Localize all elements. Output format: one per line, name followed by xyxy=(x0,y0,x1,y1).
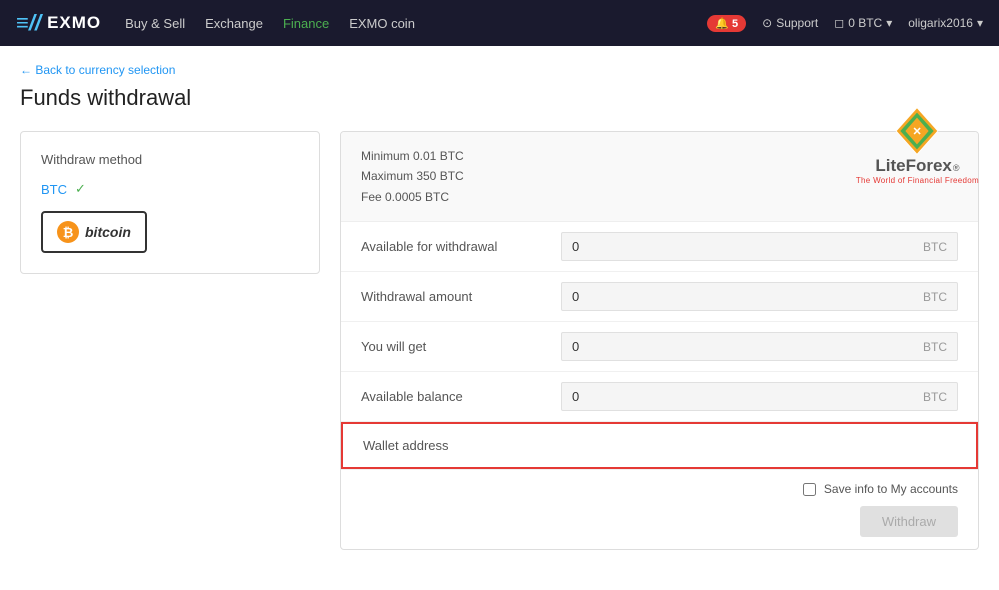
check-icon: ✓ xyxy=(75,181,86,197)
save-checkbox[interactable] xyxy=(803,483,816,496)
you-will-get-value: 0 BTC xyxy=(561,332,958,361)
bitcoin-button[interactable]: ₿ bitcoin xyxy=(41,211,147,253)
partner-logo: ✕ LiteForex ® The World of Financial Fre… xyxy=(856,106,979,185)
bitcoin-label: bitcoin xyxy=(85,224,131,240)
two-column-layout: Withdraw method BTC ✓ ₿ bitcoin Minimum … xyxy=(20,131,979,550)
chevron-down-icon: ▾ xyxy=(977,16,983,30)
user-menu[interactable]: oligarix2016 ▾ xyxy=(908,16,983,30)
you-will-get-row: You will get 0 BTC xyxy=(341,322,978,372)
withdrawal-amount-value[interactable]: 0 BTC xyxy=(561,282,958,311)
available-balance-label: Available balance xyxy=(361,389,561,404)
liteforex-registered: ® xyxy=(953,163,960,173)
info-fee: Fee 0.0005 BTC xyxy=(361,187,958,207)
nav-exmo-coin[interactable]: EXMO coin xyxy=(349,16,415,31)
wallet-address-label: Wallet address xyxy=(363,438,563,453)
available-withdrawal-row: Available for withdrawal 0 BTC xyxy=(341,222,978,272)
logo-text: EXMO xyxy=(47,13,101,33)
selected-method-text: BTC xyxy=(41,182,67,197)
withdraw-method-label: Withdraw method xyxy=(41,152,299,167)
bottom-actions: Save info to My accounts Withdraw xyxy=(341,469,978,549)
chevron-down-icon: ▾ xyxy=(886,16,892,30)
save-row: Save info to My accounts xyxy=(803,482,958,496)
wallet-icon: ◻ xyxy=(834,16,844,30)
logo[interactable]: ≡// EXMO xyxy=(16,10,101,36)
withdrawal-amount-label: Withdrawal amount xyxy=(361,289,561,304)
back-link[interactable]: ← Back to currency selection xyxy=(20,63,175,77)
support-button[interactable]: ⊙ Support xyxy=(762,16,818,30)
withdrawal-amount-row: Withdrawal amount 0 BTC xyxy=(341,272,978,322)
bitcoin-icon: ₿ xyxy=(57,221,79,243)
liteforex-name: LiteForex xyxy=(875,156,952,176)
liteforex-tagline: The World of Financial Freedom xyxy=(856,176,979,185)
nav-links: Buy & Sell Exchange Finance EXMO coin xyxy=(125,16,415,31)
you-will-get-label: You will get xyxy=(361,339,561,354)
support-icon: ⊙ xyxy=(762,16,772,30)
wallet-address-row[interactable]: Wallet address xyxy=(341,422,978,469)
available-withdrawal-value: 0 BTC xyxy=(561,232,958,261)
form-rows: Available for withdrawal 0 BTC Withdrawa… xyxy=(341,222,978,469)
withdraw-button[interactable]: Withdraw xyxy=(860,506,958,537)
main-content: ✕ LiteForex ® The World of Financial Fre… xyxy=(0,46,999,590)
notification-badge[interactable]: 🔔 5 xyxy=(707,15,746,32)
svg-text:✕: ✕ xyxy=(913,126,922,138)
wallet-button[interactable]: ◻ 0 BTC ▾ xyxy=(834,16,892,30)
nav-buy-sell[interactable]: Buy & Sell xyxy=(125,16,185,31)
available-balance-value: 0 BTC xyxy=(561,382,958,411)
available-balance-row: Available balance 0 BTC xyxy=(341,372,978,422)
right-panel: Minimum 0.01 BTC Maximum 350 BTC Fee 0.0… xyxy=(340,131,979,550)
liteforex-diamond-icon: ✕ xyxy=(892,106,942,156)
left-panel: Withdraw method BTC ✓ ₿ bitcoin xyxy=(20,131,320,274)
page-title: Funds withdrawal xyxy=(20,85,979,111)
save-label: Save info to My accounts xyxy=(824,482,958,496)
liteforex-logo: ✕ LiteForex ® The World of Financial Fre… xyxy=(856,106,979,185)
wallet-address-input[interactable] xyxy=(563,434,956,457)
method-select-row: BTC ✓ xyxy=(41,181,299,197)
available-withdrawal-label: Available for withdrawal xyxy=(361,239,561,254)
logo-icon: ≡// xyxy=(16,10,41,36)
nav-finance[interactable]: Finance xyxy=(283,16,329,31)
navbar: ≡// EXMO Buy & Sell Exchange Finance EXM… xyxy=(0,0,999,46)
navbar-right: 🔔 5 ⊙ Support ◻ 0 BTC ▾ oligarix2016 ▾ xyxy=(707,15,983,32)
nav-exchange[interactable]: Exchange xyxy=(205,16,263,31)
